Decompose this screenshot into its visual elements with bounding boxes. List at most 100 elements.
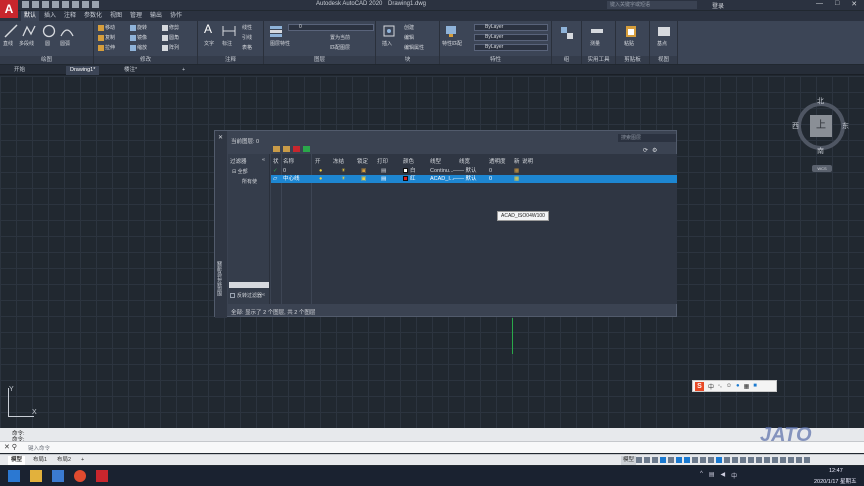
windows-start-icon[interactable] [8,470,20,482]
draw-panel-label[interactable]: 绘图 [0,56,93,64]
viewcube-west[interactable]: 西 [792,121,799,131]
col-name[interactable]: 名称 [283,157,294,165]
invert-filter-checkbox[interactable]: 反转过滤器 [230,292,262,299]
delete-layer-icon[interactable] [293,146,300,152]
polar-icon[interactable] [660,457,666,463]
tab-manage[interactable]: 管理 [130,11,142,21]
view-panel-label[interactable]: 视图 [650,56,677,64]
arc-icon[interactable] [60,24,74,38]
hardware-acceleration-icon[interactable] [788,457,794,463]
command-line[interactable]: ✕ ⚲ 键入命令 [0,441,864,453]
polyline-icon[interactable] [22,24,36,38]
lineweight-dropdown[interactable]: ByLayer [474,44,548,51]
row-linetype[interactable]: Continu... [430,167,454,175]
circle-button[interactable]: 圆 [45,40,50,47]
command-options-icon[interactable]: ✕ ⚲ [4,443,17,451]
row-status[interactable]: ▱ [273,175,277,183]
keyboard-icon[interactable]: ▦ [744,383,750,390]
viewcube-south[interactable]: 南 [817,146,824,156]
new-vp-frozen-layer-icon[interactable] [283,146,290,152]
filter-all-used[interactable]: 所有使 [242,178,257,185]
row-lineweight[interactable]: —— 默认 [453,167,477,175]
annotation-visibility-icon[interactable] [716,457,722,463]
row-color[interactable]: 白 [403,167,416,175]
tab-parametric[interactable]: 参数化 [84,11,102,21]
col-linetype[interactable]: 线型 [430,157,441,165]
sogou-logo-icon[interactable]: S [695,381,704,391]
circle-icon[interactable] [42,24,56,38]
col-description[interactable]: 说明 [522,157,533,165]
selection-cycling-icon[interactable] [708,457,714,463]
file-tab-start[interactable]: 开始 [10,66,29,75]
dimension-button[interactable]: 标注 [222,40,232,47]
object-snap-tracking-icon[interactable] [676,457,682,463]
col-freeze[interactable]: 冻结 [333,157,344,165]
ime-toolbar[interactable]: S 中 ◦, ☺ ● ▦ ■ [692,380,777,392]
viewcube-east[interactable]: 东 [842,121,849,131]
row-color[interactable]: 红 [403,175,416,183]
match-properties-icon[interactable] [444,24,458,38]
dimension-icon[interactable] [222,24,236,38]
edit-block-button[interactable]: 编辑 [404,34,414,41]
edit-attributes-button[interactable]: 编辑属性 [404,44,424,51]
autocad-taskbar-icon[interactable] [96,470,108,482]
sun-icon[interactable]: ☀ [341,175,346,183]
copy-button[interactable]: 复制 [98,34,115,41]
isolate-objects-icon[interactable] [780,457,786,463]
new-tab-button[interactable]: + [178,66,189,75]
groups-panel-label[interactable]: 组 [552,56,581,64]
viewcube-north[interactable]: 北 [817,96,824,106]
clipboard-panel-label[interactable]: 剪贴板 [616,56,649,64]
linetype-dropdown[interactable]: ByLayer [474,34,548,41]
row-status[interactable]: ✓ [273,167,278,175]
plot-icon[interactable] [72,1,79,8]
annotation-monitor-icon[interactable] [748,457,754,463]
printer-icon[interactable]: ▤ [381,175,386,183]
layout-tab-1[interactable]: 布局1 [30,456,50,465]
web-icon[interactable] [62,1,69,8]
tab-view[interactable]: 视图 [110,11,122,21]
wcs-menu[interactable]: WCS [812,165,832,172]
save-as-icon[interactable] [52,1,59,8]
arc-button[interactable]: 圆弧 [60,40,70,47]
minimize-button[interactable]: — [816,0,823,8]
chrome-icon[interactable] [74,470,86,482]
maximize-button[interactable]: □ [835,0,839,8]
volume-icon[interactable]: ◀ [721,471,726,480]
row-lineweight[interactable]: —— 默认 [453,175,477,183]
row-name[interactable]: 中心线 [283,175,300,183]
layer-row-selected[interactable]: ▱ 中心线 ● ☀ ▣ ▤ 红 ACAD_I... —— 默认 0 ▦ [271,175,677,183]
row-transparency[interactable]: 0 [489,167,492,175]
object-snap-icon[interactable] [684,457,690,463]
col-lineweight[interactable]: 线宽 [459,157,470,165]
row-transparency[interactable]: 0 [489,175,492,183]
lightbulb-icon[interactable]: ● [319,175,322,183]
layout-tab-model[interactable]: 模型 [8,456,26,465]
stretch-button[interactable]: 拉伸 [98,44,115,51]
network-icon[interactable]: ▤ [709,471,715,480]
add-layout-button[interactable]: + [78,456,87,465]
file-tab-2[interactable]: 楼注* [120,66,141,75]
mirror-button[interactable]: 镜像 [130,34,147,41]
col-status[interactable]: 状 [273,157,279,165]
isodraft-icon[interactable] [668,457,674,463]
command-input[interactable]: 键入命令 [28,444,50,452]
create-block-button[interactable]: 创建 [404,24,414,31]
paste-button[interactable]: 粘贴 [624,40,634,47]
col-lock[interactable]: 锁定 [357,157,368,165]
workspace-gear-icon[interactable] [740,457,746,463]
viewcube[interactable]: 上 北 南 西 东 [792,96,849,156]
tab-default[interactable]: 默认 [21,11,40,21]
col-transparency[interactable]: 透明度 [489,157,506,165]
filter-scrollbar[interactable] [229,282,269,288]
col-new-vp-freeze[interactable]: 新 [514,157,520,165]
ime-language[interactable]: 中 [708,382,714,391]
properties-panel-label[interactable]: 特性 [440,56,551,64]
emoji-icon[interactable]: ☺ [726,383,732,389]
layer-properties-button[interactable]: 图层特性 [270,40,290,47]
table-button[interactable]: 表格 [242,44,252,51]
redo-icon[interactable] [92,1,99,8]
annotation-panel-label[interactable]: 注释 [198,56,263,64]
clock-time[interactable]: 12:47 [829,468,843,474]
paste-icon[interactable] [624,24,638,38]
